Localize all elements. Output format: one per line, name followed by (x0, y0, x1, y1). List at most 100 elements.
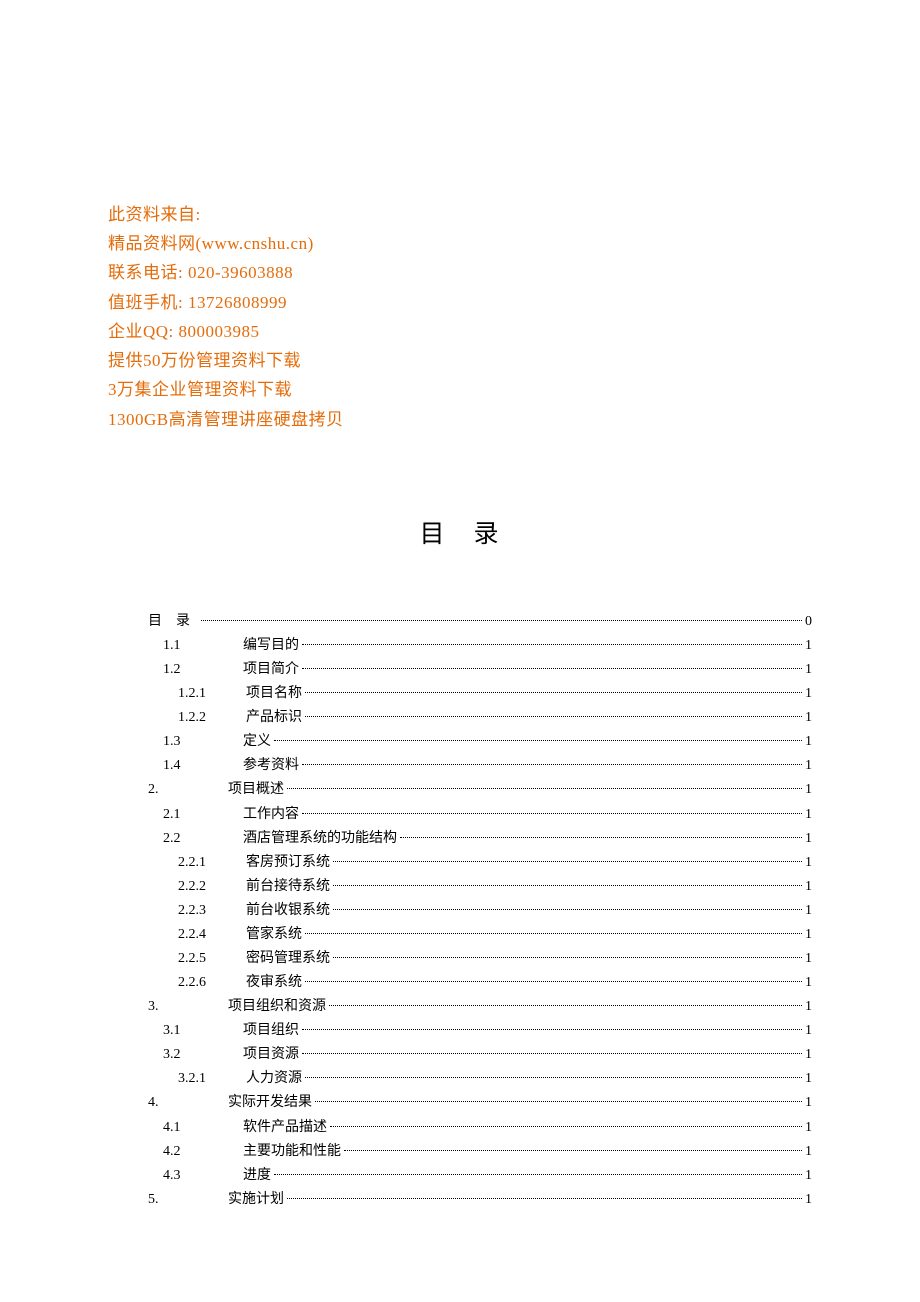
toc-entry-number: 2.2.2 (178, 875, 228, 899)
toc-entry[interactable]: 3.1 项目组织 1 (108, 1019, 812, 1043)
toc-entry[interactable]: 4.1软件产品描述1 (108, 1116, 812, 1140)
toc-entry-label: 实际开发结果 (228, 1091, 312, 1115)
toc-entry[interactable]: 1.2.2 产品标识 1 (108, 706, 812, 730)
toc-leader-dots (333, 957, 802, 958)
toc-leader-dots (305, 716, 802, 717)
toc-entry-number: 4. (148, 1091, 198, 1115)
toc-entry-number: 4.2 (163, 1140, 213, 1164)
toc-entry-label: 项目名称 (246, 682, 302, 706)
toc-leader-dots (305, 1077, 802, 1078)
toc-leader-dots (305, 933, 802, 934)
toc-entry-label: 项目组织和资源 (228, 995, 326, 1019)
toc-entry[interactable]: 1.4参考资料1 (108, 754, 812, 778)
toc-entry-number: 目 录 (148, 610, 198, 634)
toc-entry-page: 1 (805, 875, 812, 899)
toc-entry-page: 1 (805, 1019, 812, 1043)
toc-entry-page: 1 (805, 682, 812, 706)
header-line: 此资料来自: (108, 200, 812, 229)
toc-entry-page: 1 (805, 730, 812, 754)
toc-entry-label: 实施计划 (228, 1188, 284, 1212)
toc-entry-label: 密码管理系统 (246, 947, 330, 971)
toc-entry-page: 1 (805, 803, 812, 827)
toc-entry-number: 3.1 (163, 1019, 213, 1043)
toc-entry-label: 夜审系统 (246, 971, 302, 995)
toc-entry-number: 1.2.1 (178, 682, 228, 706)
toc-leader-dots (302, 1053, 802, 1054)
toc-entry-label: 管家系统 (246, 923, 302, 947)
toc-entry[interactable]: 2.2.3前台收银系统1 (108, 899, 812, 923)
toc-entry-label: 项目概述 (228, 778, 284, 802)
toc-entry[interactable]: 2.2.1 客房预订系统 1 (108, 851, 812, 875)
toc-leader-dots (305, 981, 802, 982)
toc-entry[interactable]: 1.1编写目的1 (108, 634, 812, 658)
toc-entry[interactable]: 3.项目组织和资源1 (108, 995, 812, 1019)
toc-entry-page: 1 (805, 1091, 812, 1115)
toc-entry[interactable]: 4.2主要功能和性能1 (108, 1140, 812, 1164)
toc-entry-number: 1.1 (163, 634, 213, 658)
toc-entry-page: 1 (805, 947, 812, 971)
toc-entry-label: 酒店管理系统的功能结构 (243, 827, 397, 851)
toc-entry-page: 1 (805, 706, 812, 730)
header-line: 值班手机: 13726808999 (108, 288, 812, 317)
toc-leader-dots (315, 1101, 802, 1102)
toc-entry[interactable]: 2. 项目概述 1 (108, 778, 812, 802)
toc-leader-dots (302, 764, 802, 765)
source-header: 此资料来自: 精品资料网(www.cnshu.cn) 联系电话: 020-396… (108, 200, 812, 434)
header-line: 企业QQ: 800003985 (108, 317, 812, 346)
toc-entry-page: 1 (805, 1164, 812, 1188)
toc-entry-page: 1 (805, 634, 812, 658)
toc-entry[interactable]: 2.2.5 密码管理系统 1 (108, 947, 812, 971)
toc-entry-page: 1 (805, 658, 812, 682)
toc-entry[interactable]: 1.3定义1 (108, 730, 812, 754)
toc-entry-label: 前台接待系统 (246, 875, 330, 899)
toc-entry-number: 2. (148, 778, 198, 802)
toc-entry-number: 3.2 (163, 1043, 213, 1067)
toc-leader-dots (274, 740, 802, 741)
toc-entry[interactable]: 目 录 0 (108, 610, 812, 634)
toc-entry-number: 2.2 (163, 827, 213, 851)
header-line: 1300GB高清管理讲座硬盘拷贝 (108, 405, 812, 434)
toc-entry[interactable]: 3.2项目资源1 (108, 1043, 812, 1067)
toc-entry[interactable]: 2.1工作内容1 (108, 803, 812, 827)
toc-entry[interactable]: 4. 实际开发结果 1 (108, 1091, 812, 1115)
toc-title: 目 录 (108, 514, 812, 550)
toc-entry-page: 1 (805, 851, 812, 875)
toc-entry-number: 4.3 (163, 1164, 213, 1188)
document-page: 此资料来自: 精品资料网(www.cnshu.cn) 联系电话: 020-396… (0, 0, 920, 1272)
toc-entry-label: 客房预订系统 (246, 851, 330, 875)
toc-entry-page: 1 (805, 995, 812, 1019)
toc-entry-label: 产品标识 (246, 706, 302, 730)
toc-entry-label: 工作内容 (243, 803, 299, 827)
toc-entry[interactable]: 1.2.1 项目名称 1 (108, 682, 812, 706)
toc-entry-number: 2.2.1 (178, 851, 228, 875)
toc-entry-number: 2.2.4 (178, 923, 228, 947)
toc-entry-page: 1 (805, 1067, 812, 1091)
toc-entry-number: 1.2.2 (178, 706, 228, 730)
toc-entry-page: 1 (805, 923, 812, 947)
toc-entry-number: 1.4 (163, 754, 213, 778)
header-line: 3万集企业管理资料下载 (108, 375, 812, 404)
toc-entry-label: 主要功能和性能 (243, 1140, 341, 1164)
toc-entry-page: 1 (805, 1116, 812, 1140)
toc-entry[interactable]: 2.2.6夜审系统1 (108, 971, 812, 995)
toc-entry[interactable]: 5.实施计划1 (108, 1188, 812, 1212)
header-line: 精品资料网(www.cnshu.cn) (108, 229, 812, 258)
toc-entry-number: 1.2 (163, 658, 213, 682)
toc-entry[interactable]: 2.2.2 前台接待系统 1 (108, 875, 812, 899)
toc-entry[interactable]: 2.2.4 管家系统 1 (108, 923, 812, 947)
toc-entry-page: 0 (805, 610, 812, 634)
toc-entry-page: 1 (805, 778, 812, 802)
toc-entry-label: 进度 (243, 1164, 271, 1188)
toc-entry[interactable]: 3.2.1人力资源1 (108, 1067, 812, 1091)
toc-leader-dots (333, 885, 802, 886)
toc-entry[interactable]: 4.3 进度 1 (108, 1164, 812, 1188)
toc-leader-dots (400, 837, 802, 838)
toc-entry[interactable]: 2.2酒店管理系统的功能结构1 (108, 827, 812, 851)
toc-leader-dots (287, 1198, 802, 1199)
toc-entry[interactable]: 1.2项目简介1 (108, 658, 812, 682)
toc-entry-label: 项目组织 (243, 1019, 299, 1043)
toc-entry-number: 4.1 (163, 1116, 213, 1140)
toc-entry-number: 2.2.5 (178, 947, 228, 971)
toc-entry-label: 项目资源 (243, 1043, 299, 1067)
toc-entry-number: 1.3 (163, 730, 213, 754)
